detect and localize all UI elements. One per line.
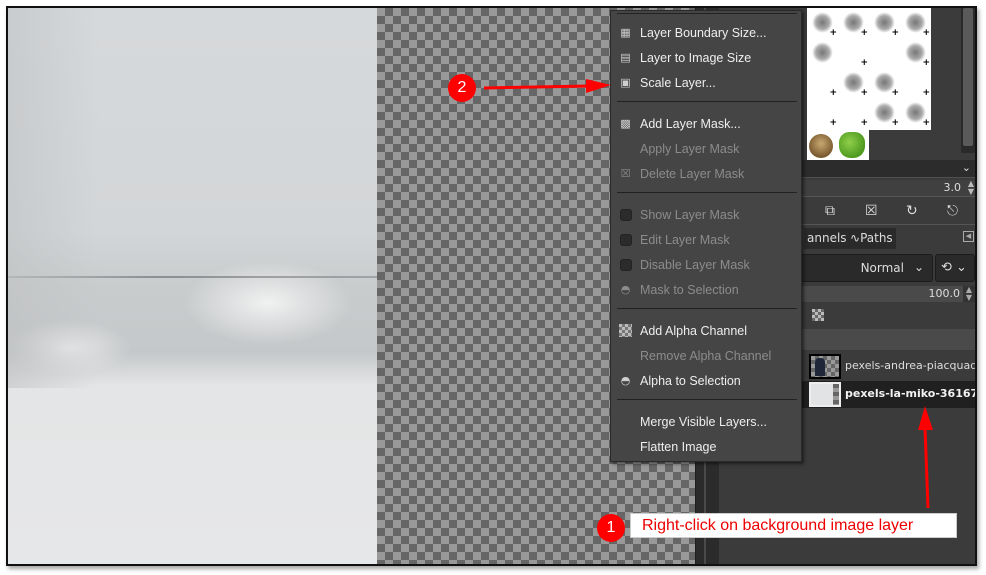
tab-channels[interactable]: annels — [804, 228, 850, 249]
refresh-icon[interactable]: ↻ — [906, 203, 918, 219]
menu-item-edit-layer-mask: Edit Layer Mask — [611, 228, 801, 253]
delete-mask-icon: ☒ — [620, 167, 631, 180]
layer-boundary-icon: ▦ — [620, 26, 631, 39]
brush-item[interactable] — [869, 38, 900, 68]
spin-arrows-icon[interactable]: ▲ ▼ — [963, 286, 975, 302]
menu-item-merge-visible-layers[interactable]: Merge Visible Layers... — [611, 410, 801, 435]
delete-icon[interactable]: ☒ — [865, 203, 878, 219]
brush-item[interactable]: + — [838, 38, 869, 68]
brush-item[interactable]: + — [900, 98, 931, 128]
composite-mode-dropdown[interactable]: ⟲ ⌄ — [935, 254, 975, 282]
brush-item[interactable]: + — [900, 68, 931, 98]
menu-item-layer-boundary-size[interactable]: ▦ Layer Boundary Size... — [611, 21, 801, 46]
screenshot-frame: + + + + + + + + + + + + + + ⌄ 3.0 ▲ ▼ ⧉ … — [6, 6, 977, 566]
checkbox-icon — [620, 234, 632, 246]
chevron-down-icon: ⌄ — [961, 161, 971, 174]
brush-item[interactable]: + — [869, 8, 900, 38]
layer-thumbnail[interactable] — [809, 354, 841, 379]
canvas-background-image[interactable] — [8, 8, 377, 564]
menu-item-apply-layer-mask: Apply Layer Mask — [640, 142, 740, 156]
menu-item-show-layer-mask: Show Layer Mask — [611, 203, 801, 228]
step-1-callout: Right-click on background image layer — [630, 513, 957, 538]
step-1-badge: 1 — [597, 514, 625, 542]
brush-item[interactable] — [807, 38, 838, 68]
menu-item-mask-to-selection: ◓ Mask to Selection — [620, 283, 739, 297]
brush-item[interactable]: + — [838, 8, 869, 38]
layer-to-image-icon: ▤ — [620, 51, 631, 64]
brush-item[interactable]: + — [807, 98, 838, 128]
brush-item[interactable]: + — [838, 68, 869, 98]
wilber-brush-icon[interactable] — [809, 134, 833, 158]
menu-item-add-layer-mask[interactable]: ▩ Add Layer Mask... — [611, 112, 801, 137]
alpha-to-selection-icon: ◓ — [620, 374, 631, 387]
menu-item-alpha-to-selection[interactable]: ◓ Alpha to Selection — [611, 369, 801, 394]
checkbox-icon — [620, 259, 632, 271]
brush-item[interactable]: + — [869, 68, 900, 98]
menu-item-disable-layer-mask: Disable Layer Mask — [611, 253, 801, 278]
add-mask-icon: ▩ — [620, 117, 631, 130]
chevron-down-icon: ⌄ — [956, 260, 967, 275]
open-as-image-icon[interactable]: ⎋ — [947, 203, 958, 219]
lock-alpha-icon[interactable] — [812, 309, 824, 321]
brushes-grid: + + + + + + + + + + + + + + — [807, 8, 931, 160]
menu-item-delete-layer-mask: ☒ Delete Layer Mask — [620, 167, 745, 181]
brush-item[interactable]: + — [807, 8, 838, 38]
menu-item-scale-layer[interactable]: ▣ Scale Layer... — [611, 71, 801, 96]
menu-item-add-alpha-channel[interactable]: Add Alpha Channel — [611, 319, 801, 344]
scale-layer-icon: ▣ — [620, 76, 631, 89]
menu-item-remove-alpha-channel: Remove Alpha Channel — [640, 349, 772, 363]
chevron-down-icon: ⌄ — [913, 260, 924, 274]
duplicate-icon[interactable]: ⧉ — [825, 203, 835, 219]
brush-item[interactable]: + — [838, 98, 869, 128]
spin-arrows-icon[interactable]: ▲ ▼ — [968, 180, 974, 196]
layer-thumbnail[interactable] — [809, 382, 841, 407]
paths-icon: ∿ — [850, 231, 861, 245]
mask-to-selection-icon: ◓ — [620, 283, 631, 296]
pepper-brush-icon[interactable] — [839, 132, 865, 158]
brush-item[interactable]: + — [807, 68, 838, 98]
brush-item[interactable]: + — [869, 98, 900, 128]
reset-icon: ⟲ — [941, 260, 952, 275]
brush-item[interactable]: + — [900, 38, 931, 68]
menu-item-flatten-image[interactable]: Flatten Image — [611, 435, 801, 460]
menu-item-layer-to-image-size[interactable]: ▤ Layer to Image Size — [611, 46, 801, 71]
tab-paths[interactable]: ∿Paths — [847, 228, 896, 249]
alpha-channel-icon — [619, 324, 632, 337]
checkbox-icon — [620, 209, 632, 221]
step-2-badge: 2 — [448, 74, 476, 102]
brushes-scrollbar[interactable] — [961, 8, 975, 153]
layer-context-menu: ▦ Layer Boundary Size... ▤ Layer to Imag… — [610, 10, 802, 462]
brush-item[interactable]: + — [900, 8, 931, 38]
tab-menu-icon[interactable]: ◀ — [963, 231, 974, 242]
